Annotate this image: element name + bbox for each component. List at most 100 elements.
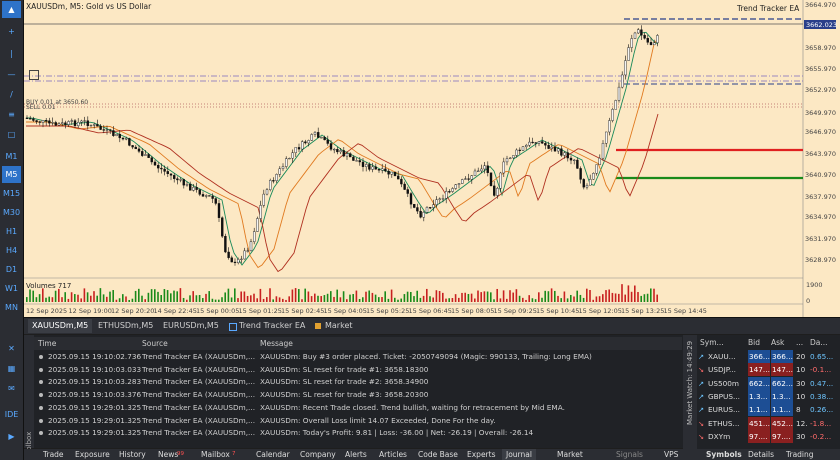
candle-body — [118, 134, 122, 139]
volume-bar — [445, 298, 447, 302]
tab-exposure[interactable]: Exposure — [75, 449, 110, 460]
journal-row[interactable]: 2025.09.15 19:10:03.283 Trend Tracker EA … — [34, 376, 682, 388]
candle-body — [281, 166, 285, 169]
channel-icon[interactable]: ≡ — [2, 106, 21, 123]
log-bullet-icon — [39, 367, 43, 372]
tab-news[interactable]: News — [158, 449, 178, 460]
mw-col-daily[interactable]: Da... — [810, 337, 828, 349]
timeframe-h4[interactable]: H4 — [2, 242, 21, 259]
trendline-icon[interactable]: / — [2, 86, 21, 103]
tab-journal[interactable]: Journal — [502, 449, 536, 460]
market-watch-row[interactable]: ↘ DXYm 97.... 97.... 30 -0.2... — [697, 429, 840, 443]
timeframe-m30[interactable]: M30 — [2, 204, 21, 221]
candle-body — [608, 120, 611, 133]
chart-type-icon[interactable]: ▦ — [2, 360, 21, 377]
price-chart[interactable]: 3664.9703661.8853658.9703655.9703652.970… — [24, 0, 840, 317]
mw-col-bid[interactable]: Bid — [748, 337, 760, 349]
tab-trading[interactable]: Trading — [786, 449, 814, 460]
tab-eurusd[interactable]: EURUSDm,M5 — [159, 319, 223, 333]
one-click-trading-icon[interactable] — [29, 70, 39, 80]
tab-experts[interactable]: Experts — [467, 449, 495, 460]
market-watch-row[interactable]: ↗ US500m 662... 662... 30 0.47... — [697, 376, 840, 390]
market-watch-row[interactable]: ↘ USDJP... 147... 147... 10 -0.1... — [697, 363, 840, 377]
col-message[interactable]: Message — [260, 337, 293, 350]
col-source[interactable]: Source — [142, 337, 168, 350]
mw-bid: 662... — [748, 376, 770, 390]
market-watch-row[interactable]: ↘ETHUS... 451...452...12...-1.8... — [697, 416, 840, 430]
volume-bar — [422, 295, 425, 302]
horizontal-line-icon[interactable]: — — [2, 66, 21, 83]
tab-signals[interactable]: Signals — [616, 449, 643, 460]
volume-bar — [269, 288, 271, 302]
price-axis-label: 3637.970 — [805, 193, 836, 201]
tab-vps[interactable]: VPS — [664, 449, 678, 460]
candle-body — [124, 138, 128, 140]
timeframe-mn[interactable]: MN — [2, 299, 21, 316]
play-icon[interactable]: ▶ — [2, 428, 21, 445]
tab-mailbox[interactable]: Mailbox — [201, 449, 230, 460]
candle-body — [51, 122, 54, 124]
timeframe-w1[interactable]: W1 — [2, 280, 21, 297]
tab-details[interactable]: Details — [748, 449, 774, 460]
candle-body — [345, 153, 349, 157]
volume-bar — [525, 299, 527, 302]
journal-row[interactable]: 2025.09.15 19:29:01.325 Trend Tracker EA … — [34, 427, 682, 439]
mw-symbol: DXYm — [708, 431, 731, 441]
tab-ethusd[interactable]: ETHUSDm,M5 — [94, 319, 157, 333]
volume-bar — [349, 294, 351, 302]
mw-col-spread[interactable]: ... — [796, 337, 803, 349]
tab-history[interactable]: History — [119, 449, 146, 460]
candle-body — [176, 178, 179, 181]
volume-bar — [560, 298, 562, 302]
tab-codebase[interactable]: Code Base — [418, 449, 458, 460]
volume-bar — [435, 290, 438, 302]
journal-row[interactable]: 2025.09.15 19:29:01.325 Trend Tracker EA … — [34, 402, 682, 414]
candle-body — [489, 172, 493, 187]
candle-body — [448, 191, 451, 193]
timeframe-m1[interactable]: M1 — [2, 148, 21, 165]
volume-bar — [371, 292, 374, 302]
tab-xauusd[interactable]: XAUUSDm,M5 — [28, 319, 93, 333]
journal-row[interactable]: 2025.09.15 19:10:03.033 Trend Tracker EA … — [34, 364, 682, 376]
journal-time: 2025.09.15 19:29:01.325 — [48, 428, 142, 438]
tab-alerts[interactable]: Alerts — [345, 449, 367, 460]
market-watch-row[interactable]: ↗ GBPUS... 1.3... 1.3... 10 0.38... — [697, 389, 840, 403]
tab-calendar[interactable]: Calendar — [256, 449, 290, 460]
tab-company[interactable]: Company — [300, 449, 336, 460]
timeframe-m5[interactable]: M5 — [2, 166, 21, 183]
candle-body — [102, 129, 106, 131]
tab-trend-tracker[interactable]: Trend Tracker EA — [227, 319, 309, 333]
candle-body — [534, 142, 537, 144]
journal-row[interactable]: 2025.09.15 19:29:01.325 Trend Tracker EA … — [34, 415, 682, 427]
ide-button[interactable]: IDE — [2, 406, 21, 423]
mw-col-ask[interactable]: Ask — [771, 337, 784, 349]
col-time[interactable]: Time — [38, 337, 56, 350]
tab-market[interactable]: Market — [313, 319, 357, 333]
cursor-icon[interactable]: ▲ — [2, 1, 21, 18]
candle-body — [499, 172, 502, 189]
mw-symbol: GBPUS... — [708, 391, 740, 401]
timeframe-h1[interactable]: H1 — [2, 223, 21, 240]
journal-row[interactable]: 2025.09.15 19:10:03.376 Trend Tracker EA … — [34, 389, 682, 401]
journal-row[interactable]: 2025.09.15 19:10:02.736 Trend Tracker EA … — [34, 351, 682, 363]
market-watch-row[interactable]: ↗ XAUU... 366... 366... 20 0.65... — [697, 350, 840, 363]
close-panel-icon[interactable]: ✕ — [2, 340, 21, 357]
tab-symbols[interactable]: Symbols — [706, 449, 742, 460]
mw-col-symbol[interactable]: Sym... — [700, 337, 724, 349]
candle-body — [467, 178, 470, 180]
volume-bar — [640, 295, 642, 302]
timeframe-d1[interactable]: D1 — [2, 261, 21, 278]
chat-icon[interactable]: ✉ — [2, 380, 21, 397]
vertical-line-icon[interactable]: | — [2, 45, 21, 62]
candle-body — [432, 204, 435, 208]
tab-market-bottom[interactable]: Market — [557, 449, 583, 460]
candle-body — [569, 157, 573, 161]
tab-trade[interactable]: Trade — [43, 449, 64, 460]
market-watch-row[interactable]: ↗ EURUS... 1.1... 1.1... 8 0.26... — [697, 403, 840, 417]
candle-body — [64, 122, 67, 125]
tab-articles[interactable]: Articles — [379, 449, 407, 460]
candle-body — [121, 137, 125, 140]
shapes-icon[interactable]: □ — [2, 126, 21, 143]
crosshair-icon[interactable]: + — [2, 23, 21, 40]
timeframe-m15[interactable]: M15 — [2, 185, 21, 202]
